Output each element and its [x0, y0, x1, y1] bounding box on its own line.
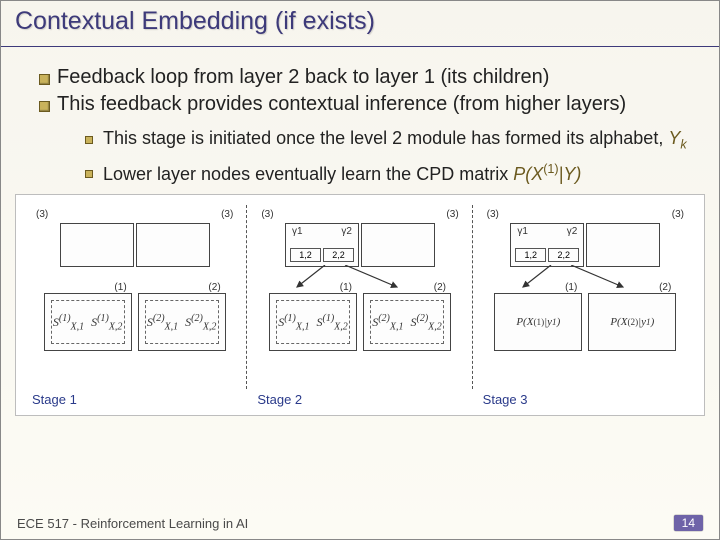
math-label: S(1)X,1: [278, 313, 309, 332]
stage-2: (3) (3) γ1 γ2 1,2 2,2: [247, 201, 472, 411]
slide-footer: ECE 517 - Reinforcement Learning in AI 1…: [17, 515, 703, 531]
lower-module: (1) S(1)X,1 S(1)X,2: [44, 293, 132, 351]
level-labels: (3) (3): [36, 209, 233, 220]
label: (3): [261, 209, 273, 220]
level-labels: (3) (3): [261, 209, 458, 220]
cell: 2,2: [548, 248, 579, 262]
stage-1: (3) (3) (1) S(1)X,1 S(1)X,2: [22, 201, 247, 411]
upper-module: γ1 γ2 1,2 2,2: [285, 223, 359, 267]
math-label: S(2)X,1: [147, 313, 178, 332]
cell: 1,2: [515, 248, 546, 262]
text-run: This stage is initiated once the level 2…: [103, 128, 668, 148]
math-label: S(1)X,1: [53, 313, 84, 332]
cell: 1,2: [290, 248, 321, 262]
bullet-text: This feedback provides contextual infere…: [57, 93, 626, 115]
upper-row: [28, 223, 241, 267]
gamma-label: γ2: [567, 226, 578, 237]
sub-bullet-list: This stage is initiated once the level 2…: [57, 127, 691, 186]
lower-row: (1) P(X(1)|y1) (2) P(X(2)|y1): [479, 293, 692, 351]
upper-row: γ1 γ2 1,2 2,2: [253, 223, 466, 267]
label: (1): [114, 282, 126, 293]
math-label: S(2)X,2: [185, 313, 216, 332]
gamma-label: γ1: [517, 226, 528, 237]
upper-module: [586, 223, 660, 267]
math-label: S(1)X,2: [316, 313, 347, 332]
bullet-item: Feedback loop from layer 2 back to layer…: [39, 65, 691, 90]
stages-row: (3) (3) (1) S(1)X,1 S(1)X,2: [22, 201, 698, 411]
label: (3): [221, 209, 233, 220]
figure-stages: (3) (3) (1) S(1)X,1 S(1)X,2: [15, 194, 705, 416]
lower-module: (2) P(X(2)|y1): [588, 293, 676, 351]
lower-row: (1) S(1)X,1 S(1)X,2 (2) S(2)X,1 S(2)X,2: [253, 293, 466, 351]
sub-bullet-item: This stage is initiated once the level 2…: [85, 127, 691, 153]
gamma-label: γ1: [292, 226, 303, 237]
label: (3): [36, 209, 48, 220]
slide-body: Feedback loop from layer 2 back to layer…: [1, 47, 719, 186]
label: (2): [434, 282, 446, 293]
math-label: S(2)X,1: [372, 313, 403, 332]
cpd-label: P(X(2)|y1): [595, 300, 669, 344]
math-expr-cpd: P(X(1)|Y): [513, 164, 581, 184]
page-number: 14: [674, 515, 703, 531]
label: (3): [487, 209, 499, 220]
text-run: Lower layer nodes eventually learn the C…: [103, 164, 513, 184]
upper-module: [136, 223, 210, 267]
cell: 2,2: [323, 248, 354, 262]
dashed-inner: S(2)X,1 S(2)X,2: [370, 300, 444, 344]
lower-module: (1) P(X(1)|y1): [494, 293, 582, 351]
stage-caption: Stage 3: [483, 392, 528, 407]
math-var-Yk: Yk: [668, 128, 686, 148]
gamma-label: γ2: [341, 226, 352, 237]
lower-module: (1) S(1)X,1 S(1)X,2: [269, 293, 357, 351]
upper-module: [60, 223, 134, 267]
upper-row: γ1 γ2 1,2 2,2: [479, 223, 692, 267]
upper-module: [361, 223, 435, 267]
label: (1): [565, 282, 577, 293]
lower-row: (1) S(1)X,1 S(1)X,2 (2) S(2)X,1 S(2)X,2: [28, 293, 241, 351]
slide: Contextual Embedding (if exists) Feedbac…: [0, 0, 720, 540]
stage-3: (3) (3) γ1 γ2 1,2 2,2: [473, 201, 698, 411]
lower-module: (2) S(2)X,1 S(2)X,2: [363, 293, 451, 351]
label: (2): [208, 282, 220, 293]
lower-module: (2) S(2)X,1 S(2)X,2: [138, 293, 226, 351]
slide-title: Contextual Embedding (if exists): [1, 1, 719, 47]
level-labels: (3) (3): [487, 209, 684, 220]
cpd-label: P(X(1)|y1): [501, 300, 575, 344]
dashed-inner: S(1)X,1 S(1)X,2: [51, 300, 125, 344]
label: (3): [446, 209, 458, 220]
dashed-inner: S(2)X,1 S(2)X,2: [145, 300, 219, 344]
stage-caption: Stage 2: [257, 392, 302, 407]
bullet-list: Feedback loop from layer 2 back to layer…: [29, 65, 691, 186]
stage-caption: Stage 1: [32, 392, 77, 407]
math-label: S(1)X,2: [91, 313, 122, 332]
label: (2): [659, 282, 671, 293]
course-label: ECE 517 - Reinforcement Learning in AI: [17, 516, 248, 531]
label: (3): [672, 209, 684, 220]
bullet-item: This feedback provides contextual infere…: [39, 92, 691, 186]
label: (1): [340, 282, 352, 293]
upper-module: γ1 γ2 1,2 2,2: [510, 223, 584, 267]
math-label: S(2)X,2: [410, 313, 441, 332]
sub-bullet-item: Lower layer nodes eventually learn the C…: [85, 161, 691, 186]
dashed-inner: S(1)X,1 S(1)X,2: [276, 300, 350, 344]
